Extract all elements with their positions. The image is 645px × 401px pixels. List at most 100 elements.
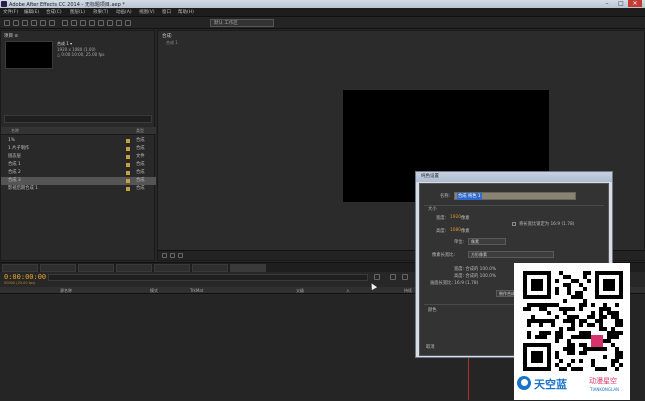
tab-comp-4[interactable] [154,264,190,272]
menu-file[interactable]: 文件(F) [3,9,18,15]
col-type[interactable]: 类型 [136,128,144,134]
comp-mini-flowchart-icon[interactable] [374,274,380,280]
hand-tool-icon[interactable] [13,20,19,26]
grid-icon[interactable] [170,253,175,258]
text-tool-icon[interactable] [80,20,86,26]
menu-animation[interactable]: 动画(A) [116,9,132,15]
col-name[interactable]: 名称 [11,128,19,134]
qr-module [587,323,591,327]
clone-stamp-tool-icon[interactable] [98,20,104,26]
rectangle-tool-icon[interactable] [62,20,68,26]
pen-tool-icon[interactable] [71,20,77,26]
brush-tool-icon[interactable] [89,20,95,26]
label-color-swatch[interactable] [126,155,130,159]
solid-name-input[interactable]: 合成 纯色 1 [454,192,576,200]
timeline-search-input[interactable] [48,274,368,281]
col-layer-name[interactable]: 源名称 [60,288,72,294]
current-time-display[interactable]: 0:00:00:00 [4,273,46,281]
project-item[interactable]: 1% 合成 [1,137,156,145]
pixel-aspect-label: 像素长宽比: [432,253,455,258]
qr-module [599,311,603,315]
col-parent[interactable]: 父级 [296,288,304,294]
project-item[interactable]: 影视后期合成 1 合成 [1,185,156,193]
menu-effect[interactable]: 效果(T) [93,9,108,15]
tab-comp-1[interactable] [40,264,76,272]
eraser-tool-icon[interactable] [107,20,113,26]
tab-comp-2[interactable] [78,264,114,272]
width-value[interactable]: 1920 [450,215,461,220]
label-color-swatch[interactable] [126,179,130,183]
comp-breadcrumb[interactable]: 合成 1 [166,40,178,46]
draft-3d-icon[interactable] [390,274,396,280]
project-item-name: 1% [8,138,15,143]
tab-comp-5[interactable] [192,264,228,272]
project-item[interactable]: 合成 3 合成 [1,177,156,185]
workspace-selector[interactable]: 默认 工作区 [210,19,274,27]
qr-module [579,367,583,371]
menu-help[interactable]: 帮助(H) [178,9,194,15]
width-unit: 像素 [461,216,470,221]
menu-composition[interactable]: 合成(C) [46,9,62,15]
menu-bar: 文件(F) 编辑(E) 合成(C) 图层(L) 效果(T) 动画(A) 视图(V… [0,8,645,17]
col-mode[interactable]: 模式 [150,288,158,294]
roto-brush-tool-icon[interactable] [116,20,122,26]
selection-tool-icon[interactable] [4,20,10,26]
qr-module [547,319,551,323]
tab-comp-3[interactable] [116,264,152,272]
zoom-tool-icon[interactable] [22,20,28,26]
qr-module [535,335,539,339]
label-color-swatch[interactable] [126,187,130,191]
project-item-name: 合成 1 [8,162,21,167]
hide-shy-layers-icon[interactable] [402,274,408,280]
label-color-swatch[interactable] [126,139,130,143]
magnification-icon[interactable] [162,253,167,258]
qr-module [543,331,547,335]
project-item[interactable]: 合成 1 合成 [1,161,156,169]
menu-view[interactable]: 视图(V) [139,9,155,15]
minimize-button[interactable]: – [600,0,614,7]
qr-module [611,343,615,347]
col-trkmat[interactable]: TrkMat [190,288,203,293]
col-duration[interactable]: 持续 [404,288,412,294]
qr-module [527,331,531,335]
brand-name: 天空蓝 [534,378,567,391]
camera-tool-icon[interactable] [40,20,46,26]
menu-layer[interactable]: 图层(L) [70,9,85,15]
qr-module [535,319,539,323]
project-tab[interactable]: 项目 ≡ [4,33,18,39]
units-dropdown[interactable]: 像素 [468,238,506,245]
col-in[interactable]: 入 [346,288,350,294]
maximize-button[interactable]: □ [614,0,628,7]
menu-window[interactable]: 窗口 [162,9,171,15]
qr-module [619,323,623,327]
qr-module [615,351,619,355]
label-color-swatch[interactable] [126,147,130,151]
window-title: Adobe After Effects CC 2014 - 无标题项目.aep … [9,2,125,8]
project-search-input[interactable] [4,115,152,123]
lock-aspect-checkbox[interactable] [512,222,516,226]
pan-behind-tool-icon[interactable] [49,20,55,26]
label-color-swatch[interactable] [126,171,130,175]
cancel-button[interactable]: 取消 [426,344,435,350]
project-item[interactable]: 固态层 文件 [1,153,156,161]
close-button[interactable]: ✕ [628,0,642,7]
puppet-tool-icon[interactable] [125,20,131,26]
qr-module [543,307,547,311]
project-item[interactable]: 1 片子制作 合成 [1,145,156,153]
rotate-tool-icon[interactable] [31,20,37,26]
qr-module [571,295,575,299]
qr-module [567,287,571,291]
tab-comp-active[interactable] [230,264,266,272]
frame-aspect-label: 画面长宽比: 16:9 (1.78) [430,281,479,286]
qr-module [587,347,591,351]
height-value[interactable]: 1080 [450,228,461,233]
qr-module [615,319,619,323]
menu-edit[interactable]: 编辑(E) [24,9,39,15]
qr-module [563,299,567,303]
project-item[interactable]: 合成 2 合成 [1,169,156,177]
label-color-swatch[interactable] [126,163,130,167]
pixel-aspect-dropdown[interactable]: 方形像素 [468,251,554,258]
qr-module [579,319,583,323]
tab-render-queue[interactable] [2,264,38,272]
snapshot-icon[interactable] [178,253,183,258]
